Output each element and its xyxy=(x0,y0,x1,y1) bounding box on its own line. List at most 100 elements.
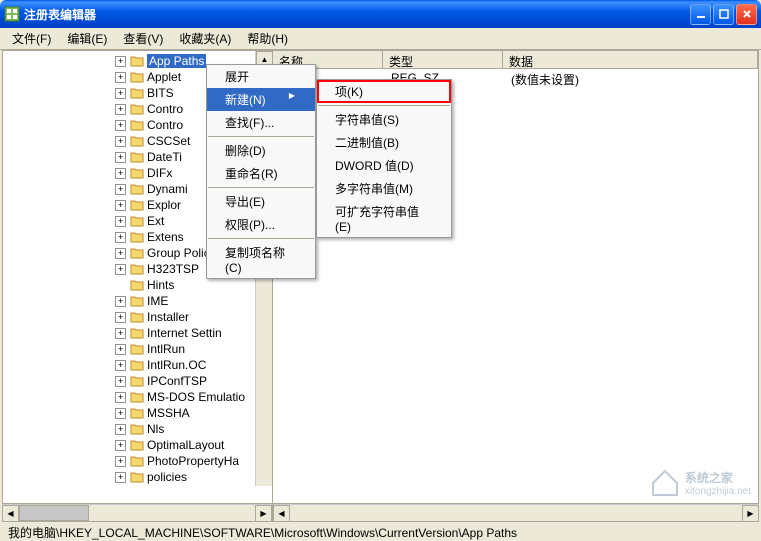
tree-item[interactable]: +Installer xyxy=(5,309,270,325)
tree-label: CSCSet xyxy=(147,134,190,148)
expand-icon[interactable]: + xyxy=(115,184,126,195)
window-controls xyxy=(690,4,757,25)
folder-icon xyxy=(130,135,144,147)
expand-icon[interactable]: + xyxy=(115,456,126,467)
scroll-right-button[interactable]: ▶ xyxy=(255,505,272,522)
expand-icon[interactable]: + xyxy=(115,344,126,355)
tree-item[interactable]: + OptimalLayout xyxy=(5,437,270,453)
tree-item[interactable]: + IME xyxy=(5,293,270,309)
expand-icon[interactable]: + xyxy=(115,168,126,179)
expand-icon[interactable]: + xyxy=(115,136,126,147)
menu-favorites[interactable]: 收藏夹(A) xyxy=(171,28,239,49)
menu-rename[interactable]: 重命名(R) xyxy=(207,162,315,185)
tree-item[interactable]: +Internet Settin xyxy=(5,325,270,341)
menu-new-multistring[interactable]: 多字符串值(M) xyxy=(317,177,451,200)
expand-icon[interactable]: + xyxy=(115,440,126,451)
column-data[interactable]: 数据 xyxy=(503,51,758,68)
expand-icon[interactable]: + xyxy=(115,312,126,323)
tree-label: Nls xyxy=(147,422,164,436)
menu-delete[interactable]: 删除(D) xyxy=(207,139,315,162)
folder-icon xyxy=(130,311,144,323)
tree-item[interactable]: + IntlRun.OC xyxy=(5,357,270,373)
expand-icon[interactable]: + xyxy=(115,104,126,115)
menu-new-binary[interactable]: 二进制值(B) xyxy=(317,131,451,154)
expand-icon[interactable]: + xyxy=(115,56,126,67)
expand-icon[interactable]: + xyxy=(115,248,126,259)
menu-new-dword[interactable]: DWORD 值(D) xyxy=(317,154,451,177)
tree-item[interactable]: + policies xyxy=(5,469,270,485)
expand-icon[interactable]: + xyxy=(115,200,126,211)
expand-icon[interactable]: + xyxy=(115,472,126,483)
folder-icon xyxy=(130,87,144,99)
tree-label: IntlRun.OC xyxy=(147,358,206,372)
menu-file[interactable]: 文件(F) xyxy=(4,28,59,49)
menu-expand[interactable]: 展开 xyxy=(207,65,315,88)
expand-icon[interactable]: + xyxy=(115,88,126,99)
menu-new-string[interactable]: 字符串值(S) xyxy=(317,108,451,131)
expand-icon[interactable]: + xyxy=(115,152,126,163)
tree-item[interactable]: +PhotoPropertyHa xyxy=(5,453,270,469)
expand-icon[interactable]: + xyxy=(115,424,126,435)
expand-icon[interactable]: + xyxy=(115,72,126,83)
tree-label: IME xyxy=(147,294,168,308)
expand-icon[interactable]: + xyxy=(115,216,126,227)
menu-view[interactable]: 查看(V) xyxy=(115,28,171,49)
expand-icon[interactable]: + xyxy=(115,232,126,243)
folder-icon xyxy=(130,231,144,243)
list-scrollbar-horizontal[interactable]: ◀ ▶ xyxy=(273,504,759,521)
folder-icon xyxy=(130,183,144,195)
folder-icon xyxy=(130,375,144,387)
expand-icon[interactable]: + xyxy=(115,328,126,339)
tree-scrollbar-horizontal[interactable]: ◀ ▶ xyxy=(2,504,272,521)
new-submenu: 项(K) 字符串值(S) 二进制值(B) DWORD 值(D) 多字符串值(M)… xyxy=(316,79,452,238)
tree-item[interactable]: + MS-DOS Emulatio xyxy=(5,389,270,405)
expand-icon[interactable]: + xyxy=(115,120,126,131)
scroll-right-button[interactable]: ▶ xyxy=(742,505,759,522)
watermark-text1: 系统之家 xyxy=(685,469,751,486)
expand-icon[interactable]: + xyxy=(115,360,126,371)
folder-icon xyxy=(130,423,144,435)
expand-icon[interactable]: + xyxy=(115,376,126,387)
list-header: 名称 类型 数据 xyxy=(273,51,758,69)
tree-item[interactable]: +IPConfTSP xyxy=(5,373,270,389)
tree-label: Hints xyxy=(147,278,174,292)
menu-export[interactable]: 导出(E) xyxy=(207,190,315,213)
tree-item[interactable]: +MSSHA xyxy=(5,405,270,421)
scroll-left-button[interactable]: ◀ xyxy=(2,505,19,522)
folder-icon xyxy=(130,471,144,483)
tree-label: policies xyxy=(147,470,187,484)
expand-icon[interactable]: + xyxy=(115,408,126,419)
tree-label: Ext xyxy=(147,214,164,228)
menu-new[interactable]: 新建(N) xyxy=(207,88,315,111)
horizontal-scrolls: ◀ ▶ ◀ ▶ xyxy=(2,504,759,521)
statusbar: 我的电脑\HKEY_LOCAL_MACHINE\SOFTWARE\Microso… xyxy=(2,521,759,541)
scroll-left-button[interactable]: ◀ xyxy=(273,505,290,522)
tree-item[interactable]: +IntlRun xyxy=(5,341,270,357)
menubar: 文件(F) 编辑(E) 查看(V) 收藏夹(A) 帮助(H) xyxy=(0,28,761,50)
menu-find[interactable]: 查找(F)... xyxy=(207,111,315,134)
app-icon xyxy=(4,6,20,22)
tree-label: Contro xyxy=(147,102,183,116)
expand-icon[interactable]: + xyxy=(115,264,126,275)
minimize-button[interactable] xyxy=(690,4,711,25)
maximize-button[interactable] xyxy=(713,4,734,25)
menu-copy-key-name[interactable]: 复制项名称(C) xyxy=(207,241,315,278)
folder-icon xyxy=(130,151,144,163)
tree-item[interactable]: Hints xyxy=(5,277,270,293)
menu-help[interactable]: 帮助(H) xyxy=(239,28,296,49)
menu-edit[interactable]: 编辑(E) xyxy=(59,28,115,49)
tree-label: MS-DOS Emulatio xyxy=(147,390,245,404)
folder-icon xyxy=(130,119,144,131)
expand-icon[interactable]: + xyxy=(115,392,126,403)
tree-label: OptimalLayout xyxy=(147,438,224,452)
expand-icon[interactable]: + xyxy=(115,296,126,307)
column-type[interactable]: 类型 xyxy=(383,51,503,68)
tree-item[interactable]: + Nls xyxy=(5,421,270,437)
folder-icon xyxy=(130,327,144,339)
menu-permissions[interactable]: 权限(P)... xyxy=(207,213,315,236)
folder-icon xyxy=(130,263,144,275)
menu-new-expandstring[interactable]: 可扩充字符串值(E) xyxy=(317,200,451,237)
scroll-thumb-h[interactable] xyxy=(19,505,89,521)
close-button[interactable] xyxy=(736,4,757,25)
menu-new-key[interactable]: 项(K) xyxy=(317,80,451,103)
